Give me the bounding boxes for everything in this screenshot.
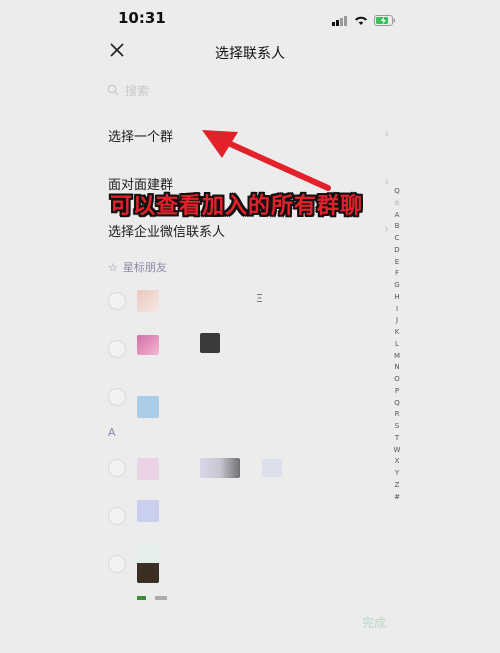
contact-name-blurred bbox=[262, 459, 282, 477]
done-button[interactable]: 完成 bbox=[362, 614, 386, 631]
index-letter[interactable]: K bbox=[391, 327, 403, 339]
search-input[interactable]: 搜索 bbox=[107, 80, 397, 100]
chevron-right-icon: › bbox=[384, 175, 390, 190]
index-letter[interactable]: W bbox=[391, 445, 403, 457]
contact-checkbox[interactable] bbox=[108, 459, 126, 477]
contact-name-partial: Ξ bbox=[256, 292, 263, 305]
search-placeholder: 搜索 bbox=[125, 83, 150, 98]
annotation-arrow-icon bbox=[202, 130, 331, 191]
star-outline-icon: ☆ bbox=[108, 260, 118, 274]
battery-charging-icon bbox=[374, 11, 396, 30]
contact-checkbox[interactable] bbox=[108, 388, 126, 406]
status-time: 10:31 bbox=[118, 9, 166, 27]
index-letter[interactable]: Q bbox=[391, 398, 403, 410]
index-letter[interactable]: Q bbox=[391, 186, 403, 198]
avatar bbox=[137, 290, 159, 312]
contact-checkbox[interactable] bbox=[108, 340, 126, 358]
index-letter[interactable]: X bbox=[391, 456, 403, 468]
section-header-label: 星标朋友 bbox=[122, 261, 167, 274]
index-letter[interactable]: G bbox=[391, 280, 403, 292]
index-letter[interactable]: I bbox=[391, 304, 403, 316]
index-letter[interactable]: B bbox=[391, 221, 403, 233]
index-letter[interactable]: H bbox=[391, 292, 403, 304]
avatar bbox=[137, 596, 167, 600]
section-header-a: A bbox=[108, 426, 116, 439]
search-icon bbox=[107, 81, 119, 100]
cellular-signal-icon bbox=[332, 15, 348, 26]
index-letter[interactable]: O bbox=[391, 374, 403, 386]
avatar bbox=[137, 335, 159, 355]
index-letter[interactable]: Y bbox=[391, 468, 403, 480]
menu-item-select-group[interactable]: 选择一个群 bbox=[108, 126, 173, 145]
avatar bbox=[137, 500, 159, 522]
section-header-starred: ☆ 星标朋友 bbox=[108, 259, 167, 275]
menu-item-wecom-contacts[interactable]: 选择企业微信联系人 bbox=[108, 221, 225, 240]
index-letter[interactable]: T bbox=[391, 433, 403, 445]
index-letter[interactable]: E bbox=[391, 257, 403, 269]
index-letter[interactable]: J bbox=[391, 315, 403, 327]
annotation-text: 可以查看加入的所有群聊 bbox=[110, 194, 364, 219]
index-letter[interactable]: Z bbox=[391, 480, 403, 492]
page-title: 选择联系人 bbox=[215, 46, 285, 62]
index-letter[interactable]: A bbox=[391, 210, 403, 222]
index-letter[interactable]: D bbox=[391, 245, 403, 257]
index-letter[interactable]: S bbox=[391, 421, 403, 433]
index-letter[interactable]: R bbox=[391, 409, 403, 421]
status-icons bbox=[332, 11, 396, 30]
contact-name-blurred bbox=[200, 333, 220, 353]
contact-checkbox[interactable] bbox=[108, 292, 126, 310]
avatar bbox=[137, 458, 159, 480]
index-letter[interactable]: N bbox=[391, 362, 403, 374]
contact-checkbox[interactable] bbox=[108, 555, 126, 573]
chevron-right-icon: › bbox=[384, 127, 390, 142]
index-letter[interactable]: F bbox=[391, 268, 403, 280]
wifi-icon bbox=[354, 11, 368, 30]
avatar bbox=[137, 396, 159, 418]
index-letter[interactable]: M bbox=[391, 351, 403, 363]
index-letter[interactable]: C bbox=[391, 233, 403, 245]
index-letter[interactable]: ☆ bbox=[391, 198, 403, 210]
index-letter[interactable]: P bbox=[391, 386, 403, 398]
contact-checkbox[interactable] bbox=[108, 507, 126, 525]
avatar bbox=[137, 543, 159, 583]
chevron-right-icon: › bbox=[384, 222, 390, 237]
alphabet-index[interactable]: Q ☆ A B C D E F G H I J K L M N O P Q R S T W X Y Z # bbox=[391, 186, 403, 503]
index-letter[interactable]: L bbox=[391, 339, 403, 351]
contact-name-blurred bbox=[200, 458, 240, 478]
index-letter[interactable]: # bbox=[391, 492, 403, 504]
